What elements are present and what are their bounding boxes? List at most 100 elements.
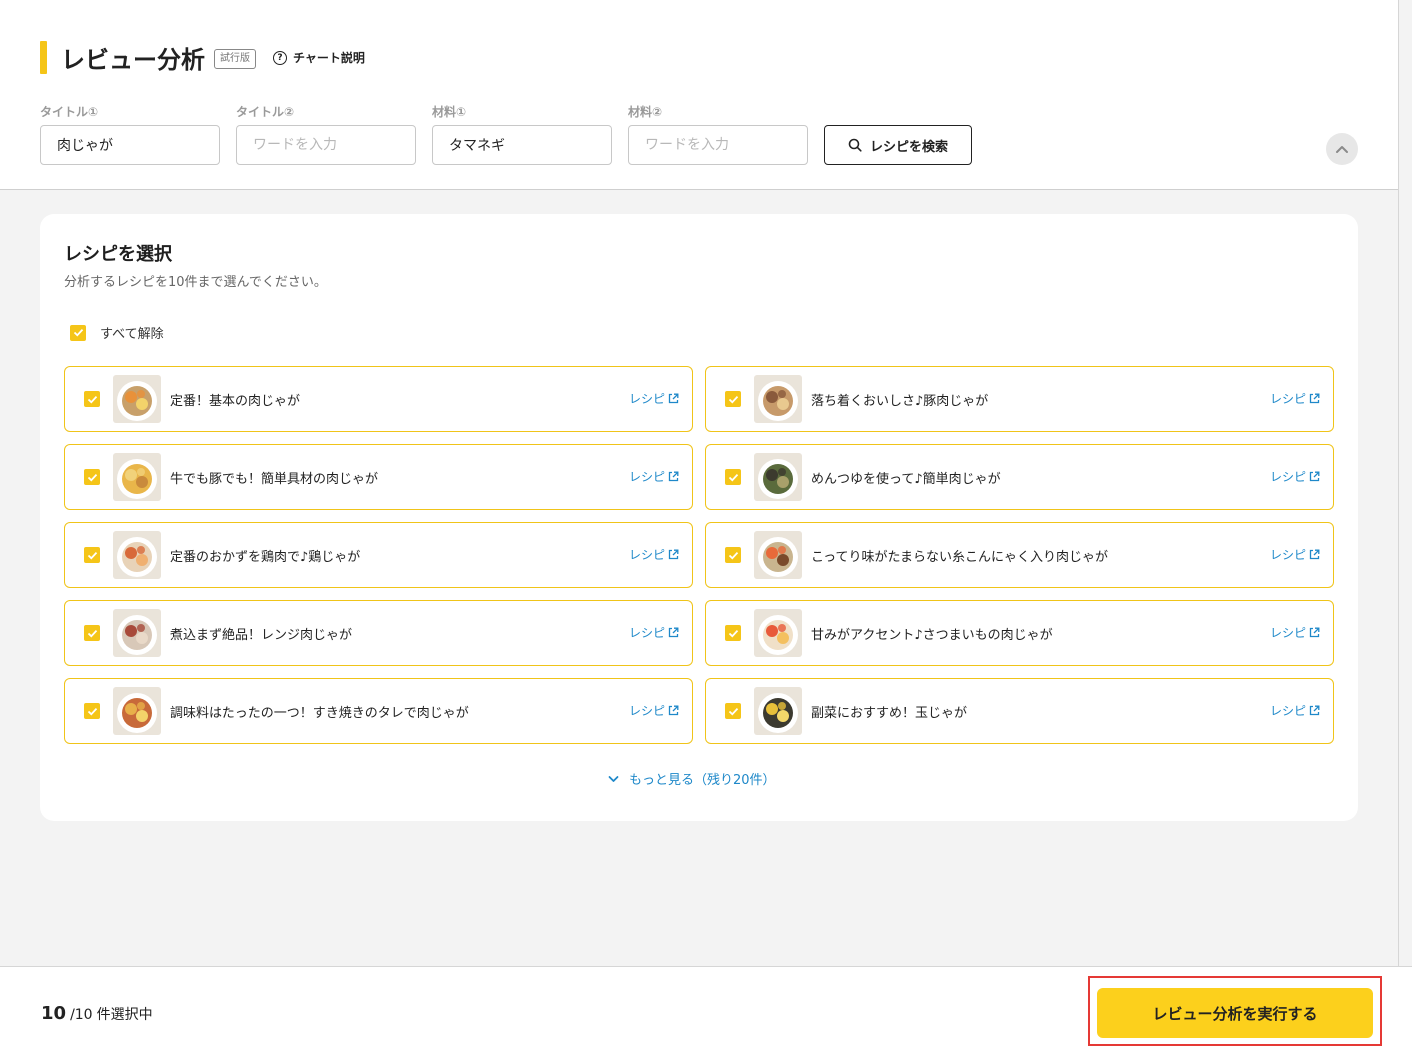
run-button-highlight: レビュー分析を実行する <box>1088 976 1382 1046</box>
recipe-link[interactable]: レシピ <box>629 624 679 641</box>
ingredient2-label: 材料② <box>628 105 663 119</box>
external-link-icon <box>668 549 679 560</box>
recipe-title: 甘みがアクセント♪さつまいもの肉じゃが <box>811 628 1053 643</box>
recipe-link[interactable]: レシピ <box>1270 468 1320 485</box>
recipe-title: 副菜におすすめ！玉じゃが <box>811 706 968 721</box>
recipe-checkbox[interactable] <box>725 703 741 719</box>
recipe-link[interactable]: レシピ <box>1270 546 1320 563</box>
recipe-link-label: レシピ <box>1269 548 1306 562</box>
recipe-checkbox[interactable] <box>84 391 100 407</box>
external-link-icon <box>1309 705 1320 716</box>
selection-count: 10 /10 件選択中 <box>41 1003 153 1024</box>
external-link-icon <box>668 627 679 638</box>
recipe-title: 定番のおかずを鶏肉で♪鶏じゃが <box>170 550 361 565</box>
recipe-item[interactable]: 牛でも豚でも！簡単具材の肉じゃが レシピ <box>64 444 693 510</box>
check-icon <box>728 473 738 481</box>
check-icon <box>87 707 97 715</box>
ingredient1-input[interactable] <box>432 125 612 165</box>
recipe-checkbox[interactable] <box>84 625 100 641</box>
external-link-icon <box>668 393 679 404</box>
total-count: /10 <box>70 1007 93 1023</box>
chart-help-label: チャート説明 <box>293 51 365 65</box>
recipe-item[interactable]: 落ち着くおいしさ♪豚肉じゃが レシピ <box>705 366 1334 432</box>
chart-help-link[interactable]: ? チャート説明 <box>273 49 365 66</box>
recipe-link-label: レシピ <box>628 626 665 640</box>
search-icon <box>848 138 862 152</box>
recipe-item[interactable]: 煮込まず絶品！レンジ肉じゃが レシピ <box>64 600 693 666</box>
external-link-icon <box>668 705 679 716</box>
run-review-analysis-button[interactable]: レビュー分析を実行する <box>1097 988 1373 1038</box>
recipe-checkbox[interactable] <box>84 469 100 485</box>
recipe-link[interactable]: レシピ <box>629 468 679 485</box>
check-icon <box>87 395 97 403</box>
recipe-thumbnail <box>113 375 161 423</box>
collapse-header-button[interactable] <box>1326 133 1358 165</box>
show-more-button[interactable]: もっと見る（残り20件） <box>608 769 776 788</box>
recipe-item[interactable]: 定番のおかずを鶏肉で♪鶏じゃが レシピ <box>64 522 693 588</box>
recipe-link-label: レシピ <box>628 548 665 562</box>
recipe-thumbnail <box>113 687 161 735</box>
select-all-toggle[interactable]: すべて解除 <box>70 323 164 342</box>
recipe-checkbox[interactable] <box>84 703 100 719</box>
check-icon <box>87 551 97 559</box>
recipe-link[interactable]: レシピ <box>1270 390 1320 407</box>
external-link-icon <box>1309 393 1320 404</box>
external-link-icon <box>1309 549 1320 560</box>
recipe-link[interactable]: レシピ <box>1270 624 1320 641</box>
search-recipe-label: レシピを検索 <box>869 139 948 155</box>
recipe-item[interactable]: 甘みがアクセント♪さつまいもの肉じゃが レシピ <box>705 600 1334 666</box>
recipe-thumbnail <box>113 609 161 657</box>
check-icon <box>73 328 83 337</box>
select-all-label: すべて解除 <box>100 327 164 342</box>
title-accent-bar <box>40 41 47 74</box>
external-link-icon <box>668 471 679 482</box>
scrollbar-track <box>1398 0 1399 966</box>
recipe-thumbnail <box>754 531 802 579</box>
check-icon <box>728 395 738 403</box>
recipe-link[interactable]: レシピ <box>1270 702 1320 719</box>
recipe-checkbox[interactable] <box>725 547 741 563</box>
recipe-thumbnail <box>754 453 802 501</box>
title-row: レビュー分析 試行版 ? チャート説明 <box>40 40 365 75</box>
card-subtitle: 分析するレシピを10件まで選んでください。 <box>64 275 327 290</box>
recipe-title: めんつゆを使って♪簡単肉じゃが <box>811 472 1001 487</box>
recipe-checkbox[interactable] <box>725 469 741 485</box>
card-title: レシピを選択 <box>64 244 172 265</box>
check-icon <box>87 629 97 637</box>
chevron-up-icon <box>1336 146 1348 153</box>
ingredient1-label: 材料① <box>432 105 467 119</box>
title2-input[interactable] <box>236 125 416 165</box>
check-icon <box>728 707 738 715</box>
search-header: レビュー分析 試行版 ? チャート説明 タイトル① タイトル② 材料① 材料② … <box>0 0 1398 190</box>
recipe-item[interactable]: こってり味がたまらない糸こんにゃく入り肉じゃが レシピ <box>705 522 1334 588</box>
recipe-link-label: レシピ <box>1269 704 1306 718</box>
recipe-link[interactable]: レシピ <box>629 546 679 563</box>
selected-count: 10 <box>41 1003 67 1024</box>
recipe-link-label: レシピ <box>1269 392 1306 406</box>
check-icon <box>728 629 738 637</box>
chevron-down-icon <box>608 775 619 782</box>
search-recipe-button[interactable]: レシピを検索 <box>824 125 972 165</box>
recipe-link[interactable]: レシピ <box>629 390 679 407</box>
recipe-item[interactable]: 定番！基本の肉じゃが レシピ <box>64 366 693 432</box>
recipe-link-label: レシピ <box>628 470 665 484</box>
recipe-checkbox[interactable] <box>725 625 741 641</box>
recipe-title: 牛でも豚でも！簡単具材の肉じゃが <box>170 472 379 487</box>
ingredient2-input[interactable] <box>628 125 808 165</box>
action-footer: 10 /10 件選択中 レビュー分析を実行する <box>0 966 1412 1058</box>
title1-input[interactable] <box>40 125 220 165</box>
recipe-link[interactable]: レシピ <box>629 702 679 719</box>
select-all-checkbox[interactable] <box>70 324 86 341</box>
recipe-checkbox[interactable] <box>84 547 100 563</box>
recipe-title: こってり味がたまらない糸こんにゃく入り肉じゃが <box>811 550 1109 565</box>
selection-suffix: 件選択中 <box>96 1007 153 1023</box>
recipe-item[interactable]: めんつゆを使って♪簡単肉じゃが レシピ <box>705 444 1334 510</box>
show-more-label: もっと見る（残り20件） <box>629 773 776 788</box>
recipe-item[interactable]: 副菜におすすめ！玉じゃが レシピ <box>705 678 1334 744</box>
recipe-checkbox[interactable] <box>725 391 741 407</box>
check-icon <box>87 473 97 481</box>
recipe-link-label: レシピ <box>1269 626 1306 640</box>
recipe-item[interactable]: 調味料はたったの一つ！すき焼きのタレで肉じゃが レシピ <box>64 678 693 744</box>
question-icon: ? <box>273 50 287 65</box>
recipe-link-label: レシピ <box>628 704 665 718</box>
